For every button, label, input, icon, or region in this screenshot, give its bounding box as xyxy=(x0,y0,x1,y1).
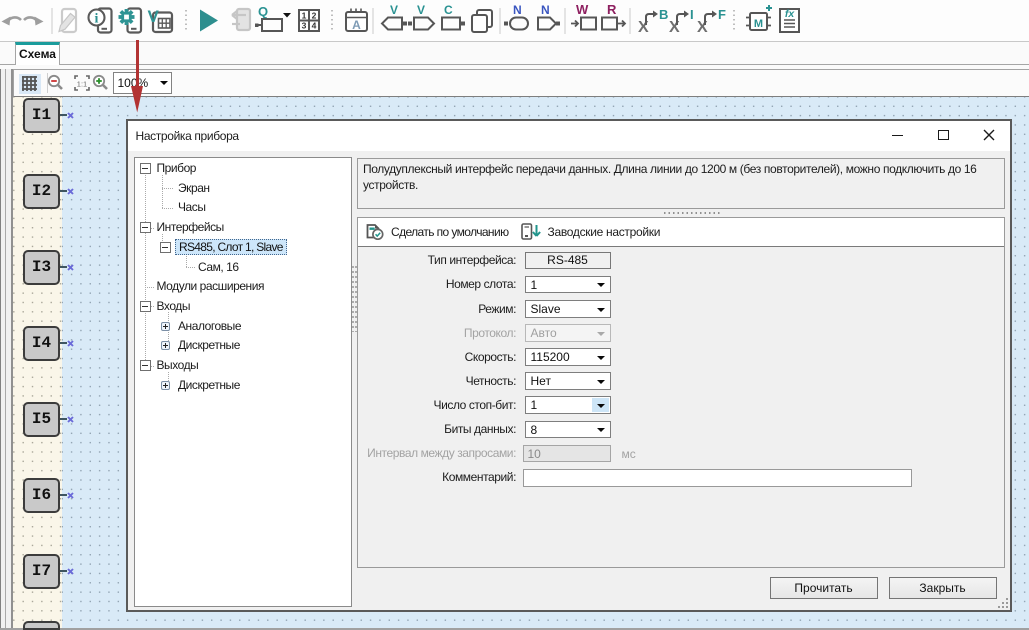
svg-text:2: 2 xyxy=(312,11,317,21)
svg-text:X: X xyxy=(638,19,649,36)
svg-text:1:1: 1:1 xyxy=(77,79,87,88)
svg-text:V: V xyxy=(390,3,398,17)
svg-text:F: F xyxy=(718,7,726,22)
svg-text:V: V xyxy=(417,3,425,17)
svg-text:i: i xyxy=(95,12,99,27)
svg-text:M: M xyxy=(754,18,763,30)
svg-text:fx: fx xyxy=(785,8,795,20)
svg-text:4: 4 xyxy=(312,21,317,31)
svg-text:W: W xyxy=(576,2,589,17)
svg-text:N: N xyxy=(541,3,550,17)
svg-text:X: X xyxy=(697,19,708,36)
svg-text:R: R xyxy=(607,2,617,17)
svg-text:A: A xyxy=(352,18,361,32)
svg-text:V: V xyxy=(148,7,160,26)
svg-text:X: X xyxy=(669,19,680,36)
svg-text:C: C xyxy=(444,3,453,17)
svg-text:1: 1 xyxy=(302,11,307,21)
svg-text:Q: Q xyxy=(258,4,268,19)
svg-text:B: B xyxy=(659,7,668,22)
svg-text:N: N xyxy=(513,3,522,17)
svg-text:3: 3 xyxy=(302,21,307,31)
svg-text:I: I xyxy=(690,7,694,22)
